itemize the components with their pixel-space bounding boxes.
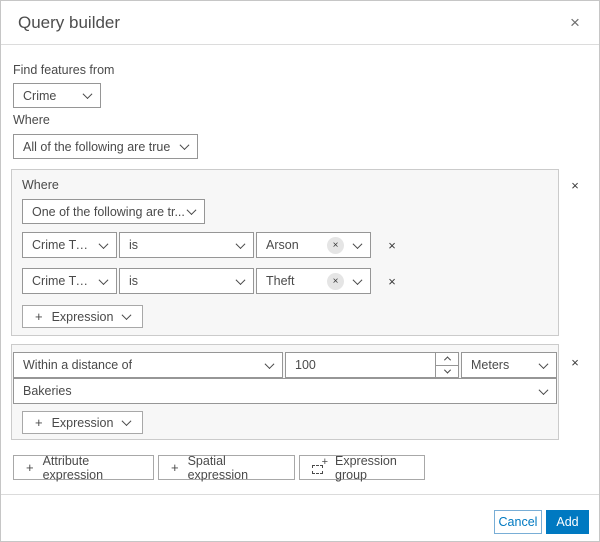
add-attribute-expression-button[interactable]: + Attribute expression: [13, 453, 154, 482]
remove-group-icon[interactable]: ×: [566, 353, 584, 371]
add-spatial-expression-button[interactable]: + Spatial expression: [158, 453, 295, 482]
expression-group-panel-1: Where One of the following are tr... Cri…: [11, 169, 559, 336]
close-icon[interactable]: ×: [563, 11, 587, 35]
remove-expression-icon[interactable]: ×: [383, 236, 401, 254]
plus-icon: +: [35, 415, 43, 430]
stepper-up-button[interactable]: [436, 353, 458, 365]
add-expression-button[interactable]: + Expression: [22, 305, 144, 328]
add-expression-label: Expression: [51, 415, 114, 430]
chevron-down-icon: [121, 310, 132, 321]
value-select[interactable]: Theft ×: [256, 268, 371, 294]
operator-select[interactable]: is: [119, 268, 254, 294]
value-text: Arson: [266, 238, 299, 252]
field-value: Crime Type: [32, 238, 90, 252]
distance-input[interactable]: [286, 353, 435, 377]
value-text: Theft: [266, 274, 295, 288]
plus-icon: +: [35, 309, 43, 324]
chevron-down-icon: [98, 274, 109, 285]
spatial-type-value: Within a distance of: [23, 358, 133, 372]
spatial-expression-row: Within a distance of Meters: [13, 352, 557, 378]
cancel-button[interactable]: Cancel: [494, 510, 542, 534]
dialog-header: Query builder ×: [1, 1, 599, 45]
add-button[interactable]: Add: [546, 510, 589, 534]
value-select[interactable]: Arson ×: [256, 232, 371, 258]
chevron-down-icon: [186, 205, 197, 216]
operator-value: is: [129, 274, 139, 288]
clear-value-icon[interactable]: ×: [327, 236, 344, 254]
add-expression-group-button[interactable]: + Expression group: [299, 453, 425, 482]
chevron-down-icon: [179, 140, 190, 151]
chevron-down-icon: [82, 89, 93, 100]
source-layer-value: Crime: [23, 88, 57, 103]
operator-select[interactable]: is: [119, 232, 254, 258]
chevron-down-icon: [538, 358, 549, 369]
operator-value: is: [129, 238, 139, 252]
remove-expression-icon[interactable]: ×: [383, 272, 401, 290]
stepper-down-button[interactable]: [436, 364, 458, 378]
group1-operator-value: One of the following are tr...: [32, 204, 185, 219]
distance-input-group: [285, 352, 459, 378]
chevron-down-icon: [98, 238, 109, 249]
remove-group-icon[interactable]: ×: [566, 176, 584, 194]
unit-select[interactable]: Meters: [461, 352, 557, 378]
where-label: Where: [13, 113, 50, 127]
source-layer-select[interactable]: Crime: [13, 83, 101, 108]
dialog-title: Query builder: [18, 13, 121, 32]
group1-where-label: Where: [22, 178, 59, 192]
add-expression-button[interactable]: + Expression: [22, 411, 144, 434]
chevron-down-icon: [352, 238, 363, 249]
field-select[interactable]: Crime Type: [22, 232, 117, 258]
plus-icon: +: [171, 460, 179, 475]
spatial-type-select[interactable]: Within a distance of: [13, 352, 283, 378]
attribute-expression-label: Attribute expression: [42, 453, 104, 482]
chevron-down-icon: [121, 416, 132, 427]
where-operator-value: All of the following are true: [23, 139, 171, 154]
number-stepper: [435, 353, 458, 377]
where-operator-select[interactable]: All of the following are true: [13, 134, 198, 159]
find-features-label: Find features from: [13, 63, 115, 77]
chevron-down-icon: [235, 274, 246, 285]
clear-value-icon[interactable]: ×: [327, 272, 344, 290]
chevron-up-icon: [443, 356, 451, 364]
expression-group-icon: +: [312, 457, 328, 474]
query-builder-dialog: Query builder × Find features from Crime…: [0, 0, 600, 542]
chevron-down-icon: [352, 274, 363, 285]
chevron-down-icon: [538, 384, 549, 395]
expression-row: Crime Type is Theft × ×: [22, 268, 401, 294]
chevron-down-icon: [235, 238, 246, 249]
unit-value: Meters: [471, 358, 510, 372]
field-value: Crime Type: [32, 274, 90, 288]
expression-group-label: Expression group: [335, 453, 397, 482]
chevron-down-icon: [443, 366, 451, 374]
plus-icon: +: [26, 460, 34, 475]
expression-row: Crime Type is Arson × ×: [22, 232, 401, 258]
dialog-footer: Cancel Add: [1, 494, 599, 541]
chevron-down-icon: [264, 358, 275, 369]
add-expression-label: Expression: [51, 309, 114, 324]
spatial-layer-value: Bakeries: [23, 384, 72, 398]
spatial-layer-select[interactable]: Bakeries: [13, 378, 557, 404]
group1-operator-select[interactable]: One of the following are tr...: [22, 199, 205, 224]
expression-group-panel-2: Within a distance of Meters Bakeries: [11, 344, 559, 440]
spatial-expression-label: Spatial expression: [187, 453, 249, 482]
field-select[interactable]: Crime Type: [22, 268, 117, 294]
